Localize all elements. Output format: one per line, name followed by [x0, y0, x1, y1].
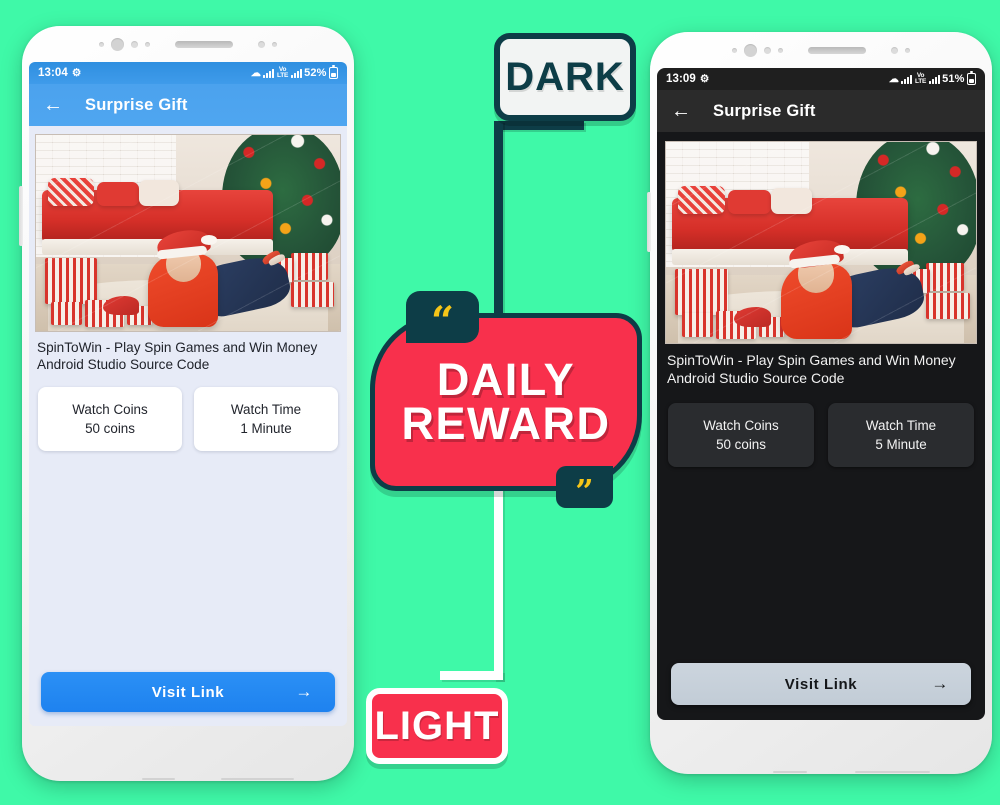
sensor-icon — [131, 40, 138, 48]
page-title: Surprise Gift — [85, 95, 188, 114]
screen-content: SpinToWin - Play Spin Games and Win Mone… — [29, 126, 347, 726]
earpiece-speaker — [175, 40, 233, 48]
phone-top-bezel — [22, 26, 354, 62]
volte-icon: Vo LTE — [914, 71, 927, 85]
watch-coins-card[interactable]: Watch Coins 50 coins — [668, 403, 814, 468]
dark-phone-screen: 13:09 ⚙ ☁ Vo LTE 51% ← Surprise Gift Spi… — [657, 68, 985, 720]
signal-bars-icon — [263, 68, 275, 78]
dark-mode-label: DARK — [494, 33, 636, 121]
dark-theme-phone-mockup: 13:09 ⚙ ☁ Vo LTE 51% ← Surprise Gift Spi… — [647, 32, 992, 774]
phone-top-bezel — [650, 32, 992, 68]
app-bar: ← Surprise Gift — [657, 90, 985, 132]
wifi-icon: ☁ — [888, 73, 899, 85]
app-bar: ← Surprise Gift — [29, 84, 347, 126]
light-connector-vertical — [494, 474, 503, 680]
status-bar-right: ☁ Vo LTE 52% — [250, 65, 338, 80]
quote-open-icon: “ — [406, 291, 479, 343]
card-value: 50 coins — [85, 421, 135, 437]
sensor-icon — [732, 47, 737, 53]
sensor-icon — [764, 46, 771, 54]
arrow-right-icon: → — [295, 682, 313, 701]
reward-cards: Watch Coins 50 coins Watch Time 5 Minute — [657, 387, 985, 468]
volte-icon: Vo LTE — [276, 65, 289, 79]
light-connector-horizontal — [440, 671, 503, 680]
battery-percent: 51% — [942, 73, 965, 85]
sensor-icon — [891, 46, 898, 54]
phone-bottom-bezel — [22, 775, 354, 781]
card-value: 1 Minute — [240, 421, 292, 437]
sensor-icon — [272, 41, 277, 47]
dark-connector-horizontal — [494, 121, 584, 130]
sensor-icon — [258, 40, 265, 48]
card-value: 50 coins — [716, 437, 766, 453]
page-title: Surprise Gift — [713, 101, 816, 120]
card-label: Watch Time — [865, 418, 937, 434]
visit-link-label: Visit Link — [151, 683, 225, 701]
badge-line-2: REWARD — [401, 398, 611, 449]
sensor-icon — [905, 47, 910, 53]
visit-link-button[interactable]: Visit Link → — [41, 672, 335, 712]
reward-cards: Watch Coins 50 coins Watch Time 1 Minute — [29, 373, 347, 452]
sensor-icon — [99, 41, 104, 47]
quote-close-icon: ” — [556, 466, 613, 508]
product-description: SpinToWin - Play Spin Games and Win Mone… — [37, 340, 318, 373]
card-label: Watch Time — [230, 402, 302, 418]
promo-image — [35, 134, 341, 332]
globe-icon: ⚙ — [71, 66, 82, 79]
badge-line-1: DAILY — [436, 353, 576, 405]
watch-time-card[interactable]: Watch Time 1 Minute — [194, 387, 338, 452]
sensor-icon — [778, 47, 783, 53]
front-camera-icon — [111, 37, 124, 51]
signal-bars-icon — [901, 74, 913, 84]
signal-bars-icon — [928, 74, 940, 84]
battery-percent: 52% — [304, 67, 327, 79]
status-bar-left: 13:09 ⚙ — [666, 73, 709, 85]
product-description: SpinToWin - Play Spin Games and Win Mone… — [667, 352, 956, 386]
sensor-icon — [145, 41, 150, 47]
earpiece-speaker — [808, 46, 866, 54]
front-camera-icon — [744, 43, 757, 57]
status-bar: 13:04 ⚙ ☁ Vo LTE 52% — [29, 62, 347, 84]
visit-link-button[interactable]: Visit Link → — [671, 663, 971, 705]
battery-icon — [967, 71, 976, 85]
screen-content: SpinToWin - Play Spin Games and Win Mone… — [657, 132, 985, 720]
light-phone-screen: 13:04 ⚙ ☁ Vo LTE 52% ← Surprise Gift Spi… — [29, 62, 347, 726]
watch-time-card[interactable]: Watch Time 5 Minute — [828, 403, 974, 468]
signal-bars-icon — [290, 68, 302, 78]
arrow-right-icon: → — [931, 674, 949, 693]
back-arrow-icon[interactable]: ← — [43, 95, 63, 115]
status-bar-right: ☁ Vo LTE 51% — [888, 71, 976, 86]
card-value: 5 Minute — [875, 437, 927, 453]
card-label: Watch Coins — [703, 418, 779, 434]
light-mode-label: LIGHT — [366, 688, 508, 764]
status-bar: 13:09 ⚙ ☁ Vo LTE 51% — [657, 68, 985, 90]
battery-icon — [329, 65, 338, 79]
promo-image — [665, 141, 977, 344]
phone-bottom-bezel — [650, 768, 992, 774]
status-time: 13:09 — [666, 73, 696, 85]
status-time: 13:04 — [38, 67, 68, 79]
visit-link-label: Visit Link — [784, 675, 858, 693]
back-arrow-icon[interactable]: ← — [671, 101, 691, 121]
watch-coins-card[interactable]: Watch Coins 50 coins — [38, 387, 182, 452]
light-theme-phone-mockup: 13:04 ⚙ ☁ Vo LTE 52% ← Surprise Gift Spi… — [19, 26, 354, 781]
wifi-icon: ☁ — [250, 67, 261, 79]
card-label: Watch Coins — [72, 402, 148, 418]
status-bar-left: 13:04 ⚙ — [38, 67, 81, 79]
globe-icon: ⚙ — [699, 72, 710, 85]
